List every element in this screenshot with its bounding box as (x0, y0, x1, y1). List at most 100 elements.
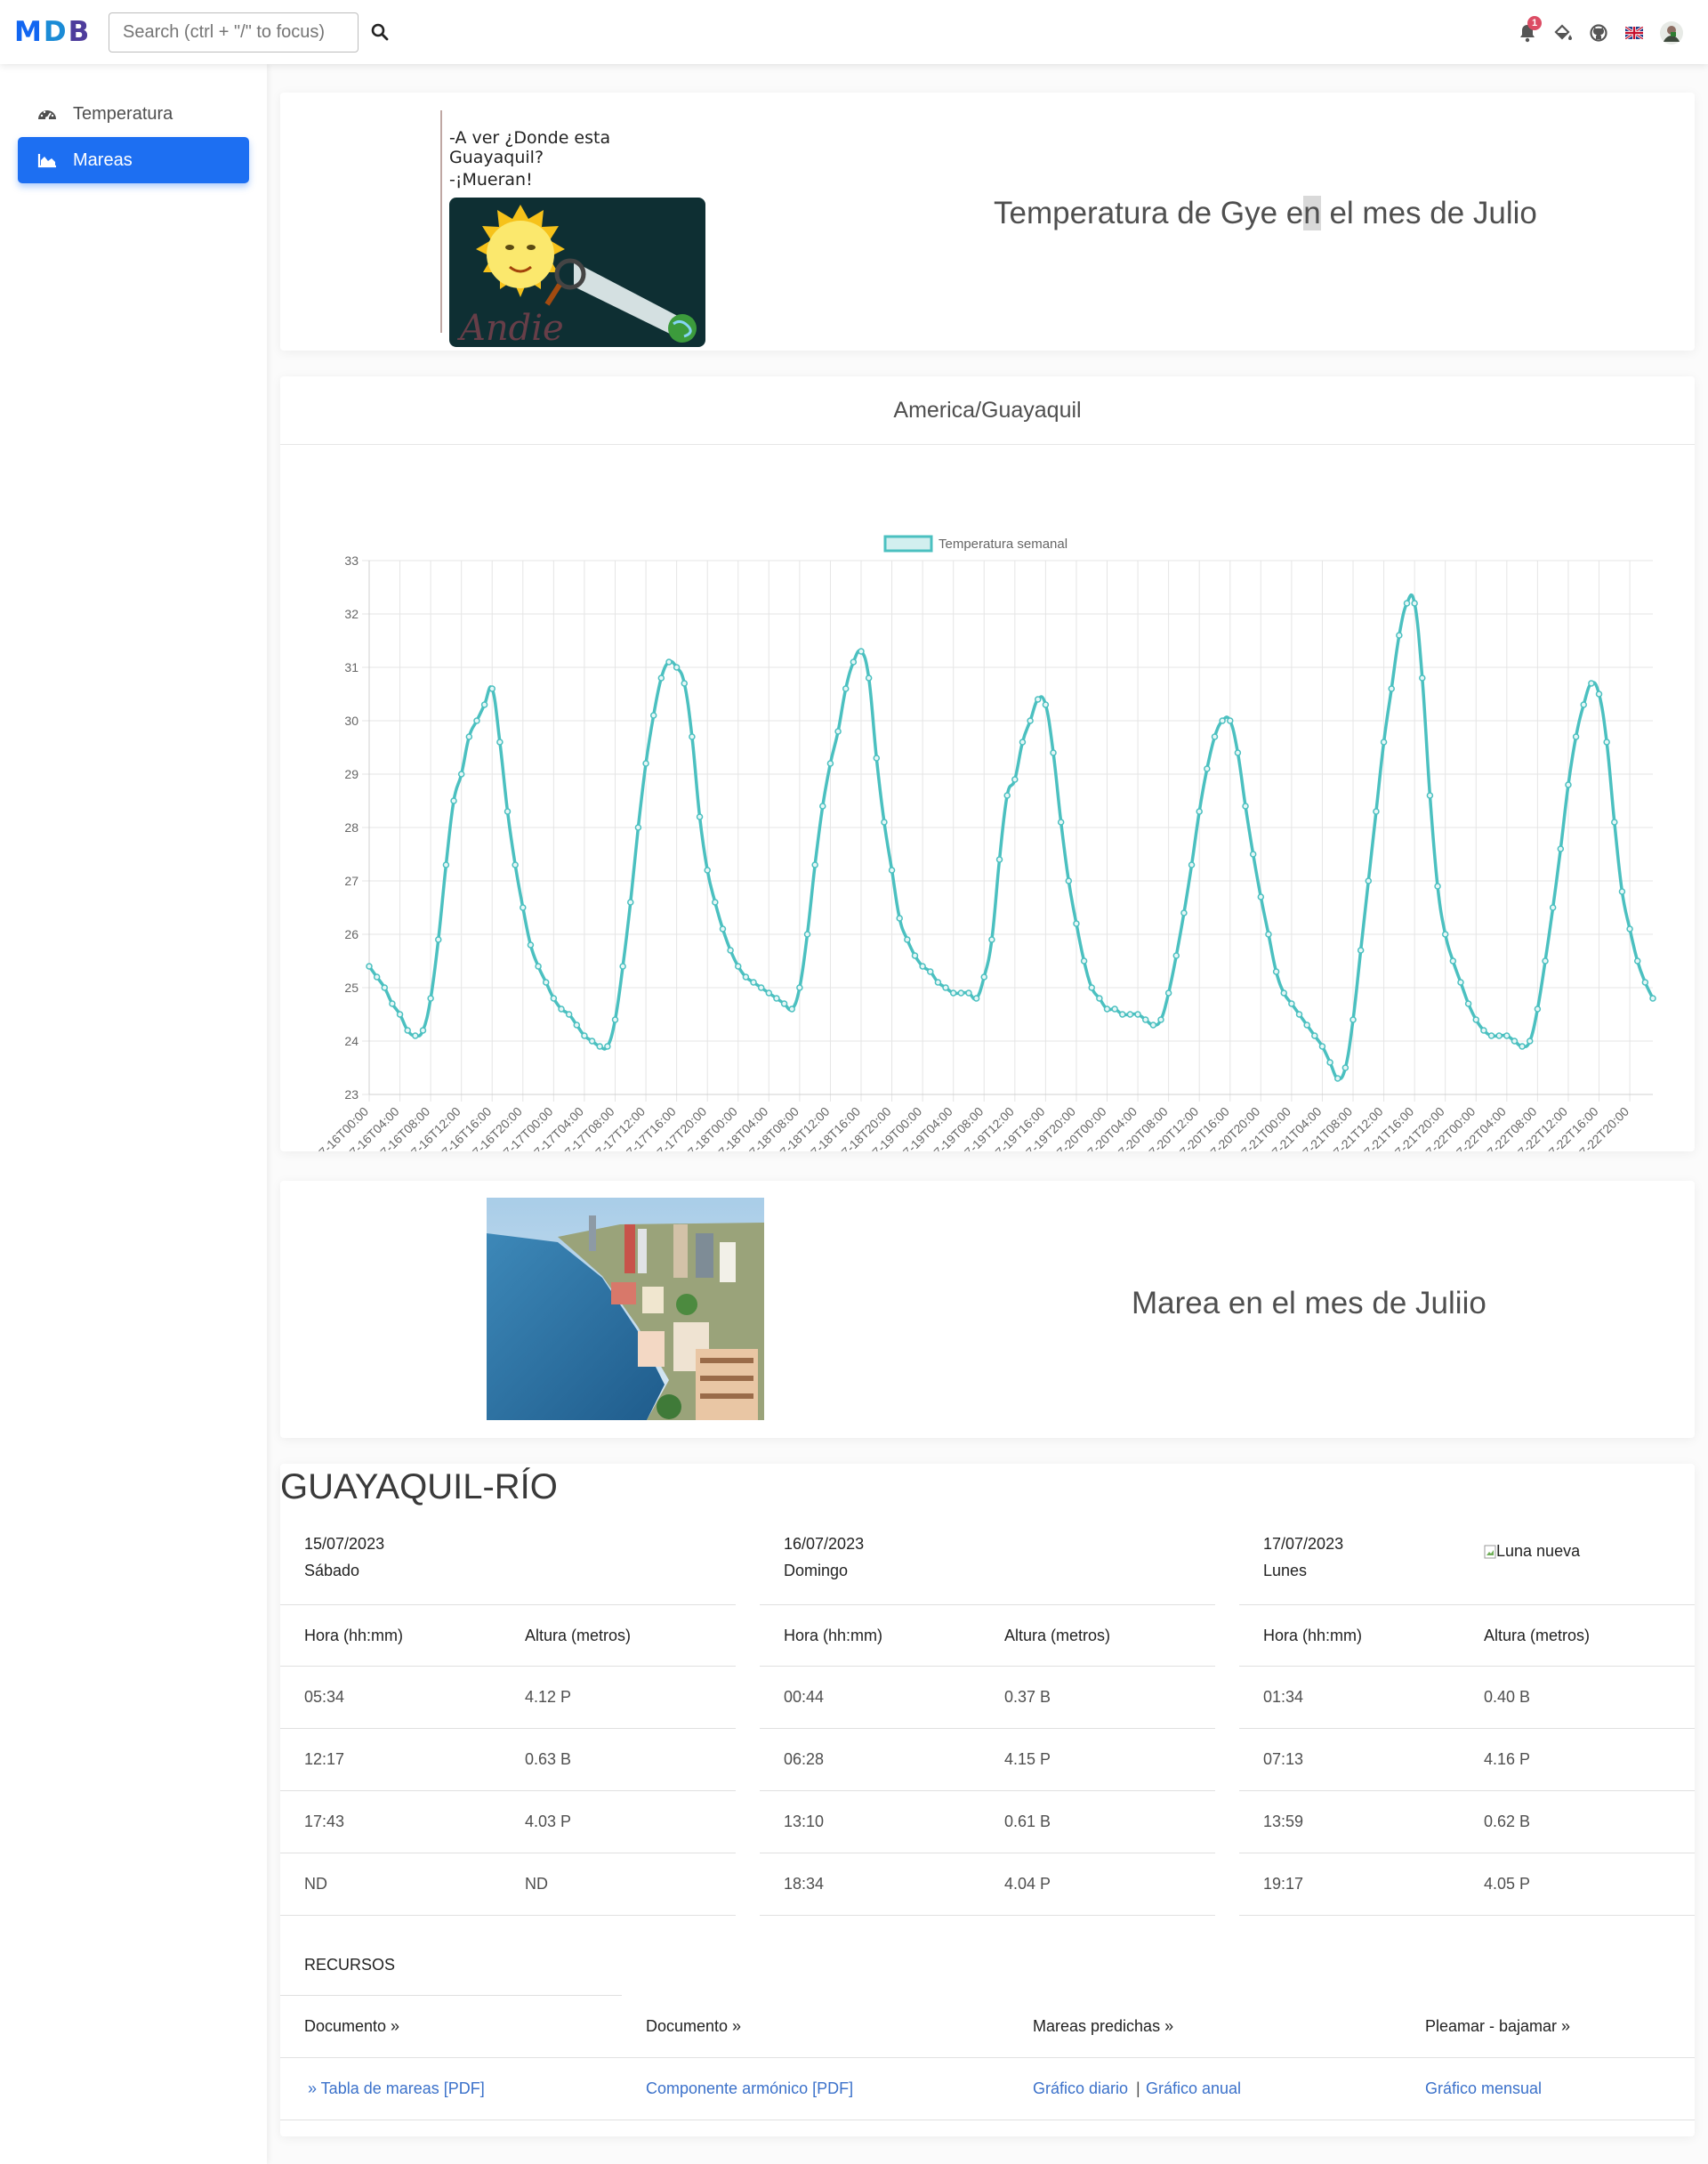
data-point (719, 925, 727, 933)
data-point (980, 973, 988, 981)
data-point (858, 648, 865, 655)
data-point (704, 867, 711, 874)
data-point (681, 680, 689, 687)
tide-header-row: Hora (hh:mm) Altura (metros) (280, 1604, 736, 1667)
data-point (1487, 1032, 1495, 1039)
sidebar-item-temperatura[interactable]: Temperatura (18, 91, 249, 137)
y-tick-label: 31 (344, 660, 359, 674)
legend-label: Temperatura semanal (939, 537, 1068, 552)
data-point (450, 797, 457, 804)
y-tick-label: 32 (344, 607, 359, 621)
data-point (1434, 883, 1441, 890)
y-tick-label: 33 (344, 553, 359, 568)
data-point (1272, 968, 1280, 975)
data-point (1096, 995, 1103, 1002)
data-point (896, 915, 903, 922)
data-point (649, 712, 657, 719)
data-point (1626, 925, 1633, 933)
tide-height: 0.37 B (1004, 1688, 1051, 1706)
tabla-mareas-pdf-link[interactable]: » Tabla de mareas [PDF] (308, 2079, 485, 2098)
data-point (1249, 851, 1257, 858)
user-avatar[interactable] (1658, 20, 1685, 46)
data-point (850, 658, 858, 666)
data-point (1141, 1016, 1149, 1023)
hour-col-header: Hora (hh:mm) (1263, 1627, 1363, 1644)
tide-height: 4.03 P (525, 1813, 572, 1830)
guayaquil-riverside-image (487, 1198, 764, 1420)
data-point (689, 733, 696, 740)
data-point (542, 979, 550, 986)
data-point (634, 824, 642, 831)
y-tick-label: 27 (344, 874, 359, 888)
data-point (465, 733, 473, 740)
data-point (404, 1027, 411, 1034)
data-point (965, 989, 972, 997)
table-row: 07:13 4.16 P (1239, 1729, 1695, 1791)
github-icon[interactable] (1585, 20, 1612, 46)
uk-flag-icon[interactable] (1621, 20, 1648, 46)
notification-bell-icon[interactable]: 1 (1514, 16, 1542, 46)
data-point (972, 995, 980, 1002)
data-point (696, 813, 704, 820)
data-point (934, 979, 942, 986)
data-point (1388, 685, 1395, 692)
data-point (811, 861, 818, 868)
data-point (1303, 1021, 1310, 1029)
data-point (1034, 696, 1042, 703)
grafico-anual-link[interactable]: Gráfico anual (1146, 2079, 1241, 2098)
grafico-diario-link[interactable]: Gráfico diario (1033, 2079, 1128, 2098)
data-point (1618, 888, 1626, 895)
tide-height: 4.16 P (1484, 1750, 1531, 1768)
sidebar-item-label: Temperatura (73, 103, 173, 124)
height-col-header: Altura (metros) (1484, 1627, 1591, 1644)
tide-hour: 05:34 (304, 1688, 345, 1706)
data-point (735, 963, 742, 970)
resources-header-row: Documento » Documento » Mareas predichas… (280, 1996, 1695, 2058)
data-point (1204, 765, 1211, 772)
sidebar-item-mareas[interactable]: Mareas (18, 137, 249, 183)
data-point (520, 904, 527, 911)
data-point (573, 1021, 581, 1029)
search-icon[interactable] (367, 18, 393, 46)
data-point (1188, 861, 1196, 868)
data-point (657, 674, 665, 682)
hour-col-header: Hora (hh:mm) (784, 1627, 883, 1644)
data-point (1318, 1043, 1326, 1050)
resource-header: Documento » (646, 2017, 742, 2035)
data-point (1080, 957, 1088, 965)
legend-swatch (883, 535, 933, 553)
y-tick-label: 28 (344, 820, 359, 835)
data-point (565, 1011, 573, 1018)
data-point (1572, 733, 1580, 740)
tide-hour: 13:10 (784, 1813, 825, 1830)
data-point (1196, 808, 1203, 815)
y-tick-label: 26 (344, 927, 359, 941)
data-point (826, 760, 834, 767)
componente-armonico-pdf-link[interactable]: Componente armónico [PDF] (646, 2079, 853, 2098)
data-point (558, 1005, 565, 1013)
joke-line-2: -¡Mueran! (449, 170, 533, 190)
data-point (1403, 600, 1411, 607)
data-point (1641, 979, 1649, 986)
data-point (389, 1000, 396, 1007)
data-point (1019, 739, 1027, 746)
data-point (796, 984, 803, 991)
data-point (881, 819, 888, 826)
data-point (665, 658, 673, 666)
paint-bucket-icon[interactable] (1550, 20, 1576, 46)
data-point (803, 931, 811, 938)
tide-header-row: Hora (hh:mm) Altura (metros) (760, 1604, 1215, 1667)
mdb-logo[interactable]: MDB (14, 16, 91, 48)
intro-card: -A ver ¿Donde esta Guayaquil? -¡Mueran! … (280, 93, 1695, 351)
height-col-header: Altura (metros) (1004, 1627, 1111, 1644)
resources-links-row: » Tabla de mareas [PDF] Componente armón… (280, 2058, 1695, 2120)
data-point (381, 984, 389, 991)
data-point (496, 739, 504, 746)
grafico-mensual-link[interactable]: Gráfico mensual (1425, 2079, 1542, 2098)
data-point (1149, 1021, 1157, 1029)
data-point (1495, 1032, 1503, 1039)
y-tick-label: 24 (344, 1034, 359, 1048)
data-point (673, 664, 681, 671)
search-input[interactable] (109, 12, 359, 52)
data-point (1027, 717, 1034, 724)
